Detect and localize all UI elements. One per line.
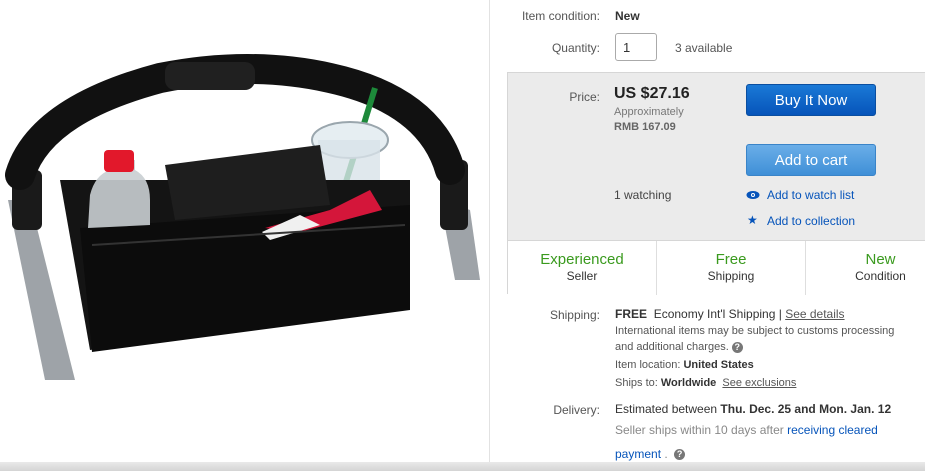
customs-note-text: and additional charges. bbox=[615, 341, 729, 353]
item-location: Item location: United States bbox=[615, 359, 754, 371]
delivery-label: Delivery: bbox=[553, 403, 600, 417]
available-count: 3 available bbox=[675, 41, 733, 55]
condition-value: New bbox=[615, 9, 640, 23]
feature-title: Free bbox=[715, 251, 747, 268]
ships-to: Ships to: Worldwide See exclusions bbox=[615, 377, 796, 389]
payment-note: payment . ? bbox=[615, 447, 686, 461]
quantity-input[interactable] bbox=[615, 33, 657, 61]
location-label: Item location: bbox=[615, 359, 681, 371]
bottom-shadow bbox=[0, 462, 925, 471]
feature-subtitle: Condition bbox=[855, 269, 906, 283]
shipping-free: FREE bbox=[615, 307, 648, 321]
quantity-label: Quantity: bbox=[551, 41, 600, 55]
help-icon[interactable]: ? bbox=[731, 341, 743, 353]
feature-experienced-seller: Experienced Seller bbox=[508, 241, 657, 295]
ships-to-label: Ships to: bbox=[615, 377, 658, 389]
approx-label: Approximately bbox=[614, 106, 684, 118]
eye-icon bbox=[746, 191, 760, 199]
feature-subtitle: Seller bbox=[566, 269, 598, 283]
price-label: Price: bbox=[569, 90, 600, 104]
see-details-link[interactable]: See details bbox=[785, 307, 844, 321]
help-icon[interactable]: ? bbox=[674, 449, 686, 461]
watch-list-label: Add to watch list bbox=[767, 188, 855, 202]
watching-count: 1 watching bbox=[614, 188, 672, 202]
feature-title: New bbox=[865, 251, 896, 268]
see-exclusions-link[interactable]: See exclusions bbox=[722, 377, 796, 389]
feature-title: Experienced bbox=[540, 251, 624, 268]
seller-ships-note: Seller ships within 10 days after receiv… bbox=[615, 423, 878, 437]
product-image[interactable] bbox=[0, 0, 490, 464]
payment-link[interactable]: payment bbox=[615, 447, 661, 461]
shipping-label: Shipping: bbox=[549, 308, 600, 322]
condition-label: Item condition: bbox=[521, 9, 600, 23]
customs-note-line2: and additional charges.? bbox=[615, 341, 743, 353]
feature-subtitle: Shipping bbox=[707, 269, 755, 283]
shipping-method: Economy Int'l Shipping | bbox=[653, 307, 782, 321]
approx-value: RMB 167.09 bbox=[614, 121, 676, 133]
customs-note-line1: International items may be subject to cu… bbox=[615, 325, 895, 337]
stroller-organizer-photo bbox=[5, 54, 480, 380]
collection-label: Add to collection bbox=[767, 214, 856, 228]
star-icon: ★ bbox=[747, 213, 758, 227]
receiving-cleared-link[interactable]: receiving cleared bbox=[787, 423, 878, 437]
delivery-estimated-text: Estimated between bbox=[615, 402, 718, 416]
feature-strip: Experienced Seller Free Shipping New Con… bbox=[508, 240, 925, 295]
ships-to-value: Worldwide bbox=[660, 377, 717, 389]
payment-period: . bbox=[664, 447, 668, 461]
buy-it-now-button[interactable]: Buy It Now bbox=[746, 84, 876, 116]
shipping-summary: FREE Economy Int'l Shipping | See detail… bbox=[615, 307, 845, 321]
add-to-cart-button[interactable]: Add to cart bbox=[746, 144, 876, 176]
feature-new-condition: New Condition bbox=[806, 241, 925, 295]
seller-ships-text: Seller ships within 10 days after bbox=[615, 423, 784, 437]
delivery-range: Thu. Dec. 25 and Mon. Jan. 12 bbox=[720, 402, 892, 416]
location-value: United States bbox=[683, 359, 754, 371]
price-value: US $27.16 bbox=[614, 85, 690, 102]
feature-free-shipping: Free Shipping bbox=[657, 241, 806, 295]
delivery-estimate: Estimated between Thu. Dec. 25 and Mon. … bbox=[615, 402, 891, 416]
